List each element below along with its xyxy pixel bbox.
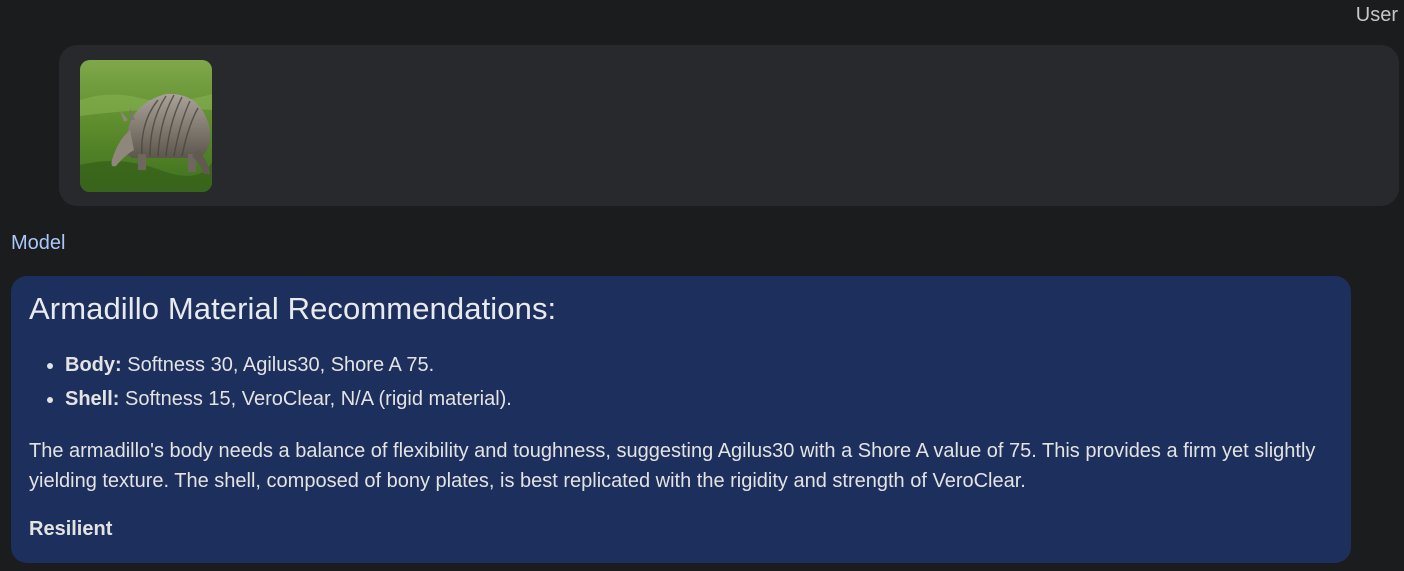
list-item: Body: Softness 30, Agilus30, Shore A 75.: [47, 348, 1333, 382]
armadillo-photo-icon: [80, 60, 212, 192]
recommendation-list: Body: Softness 30, Agilus30, Shore A 75.…: [29, 348, 1333, 416]
model-role-label: Model: [11, 232, 66, 254]
model-response-card: Armadillo Material Recommendations: Body…: [11, 276, 1351, 563]
list-item-detail: Softness 30, Agilus30, Shore A 75.: [127, 354, 435, 376]
resilient-heading: Resilient: [29, 518, 113, 540]
armadillo-image-attachment[interactable]: [80, 60, 212, 192]
list-item-label: Shell:: [65, 388, 120, 410]
response-title: Armadillo Material Recommendations:: [29, 291, 557, 326]
list-item-detail: Softness 15, VeroClear, N/A (rigid mater…: [125, 388, 512, 410]
list-item: Shell: Softness 15, VeroClear, N/A (rigi…: [47, 382, 1333, 416]
user-message-bubble: [59, 45, 1399, 206]
user-role-label: User: [1355, 4, 1398, 26]
list-item-label: Body:: [65, 354, 122, 376]
explanation-paragraph: The armadillo's body needs a balance of …: [29, 440, 1316, 492]
chat-page: User Model Armadillo Material Recommenda…: [0, 0, 1404, 571]
